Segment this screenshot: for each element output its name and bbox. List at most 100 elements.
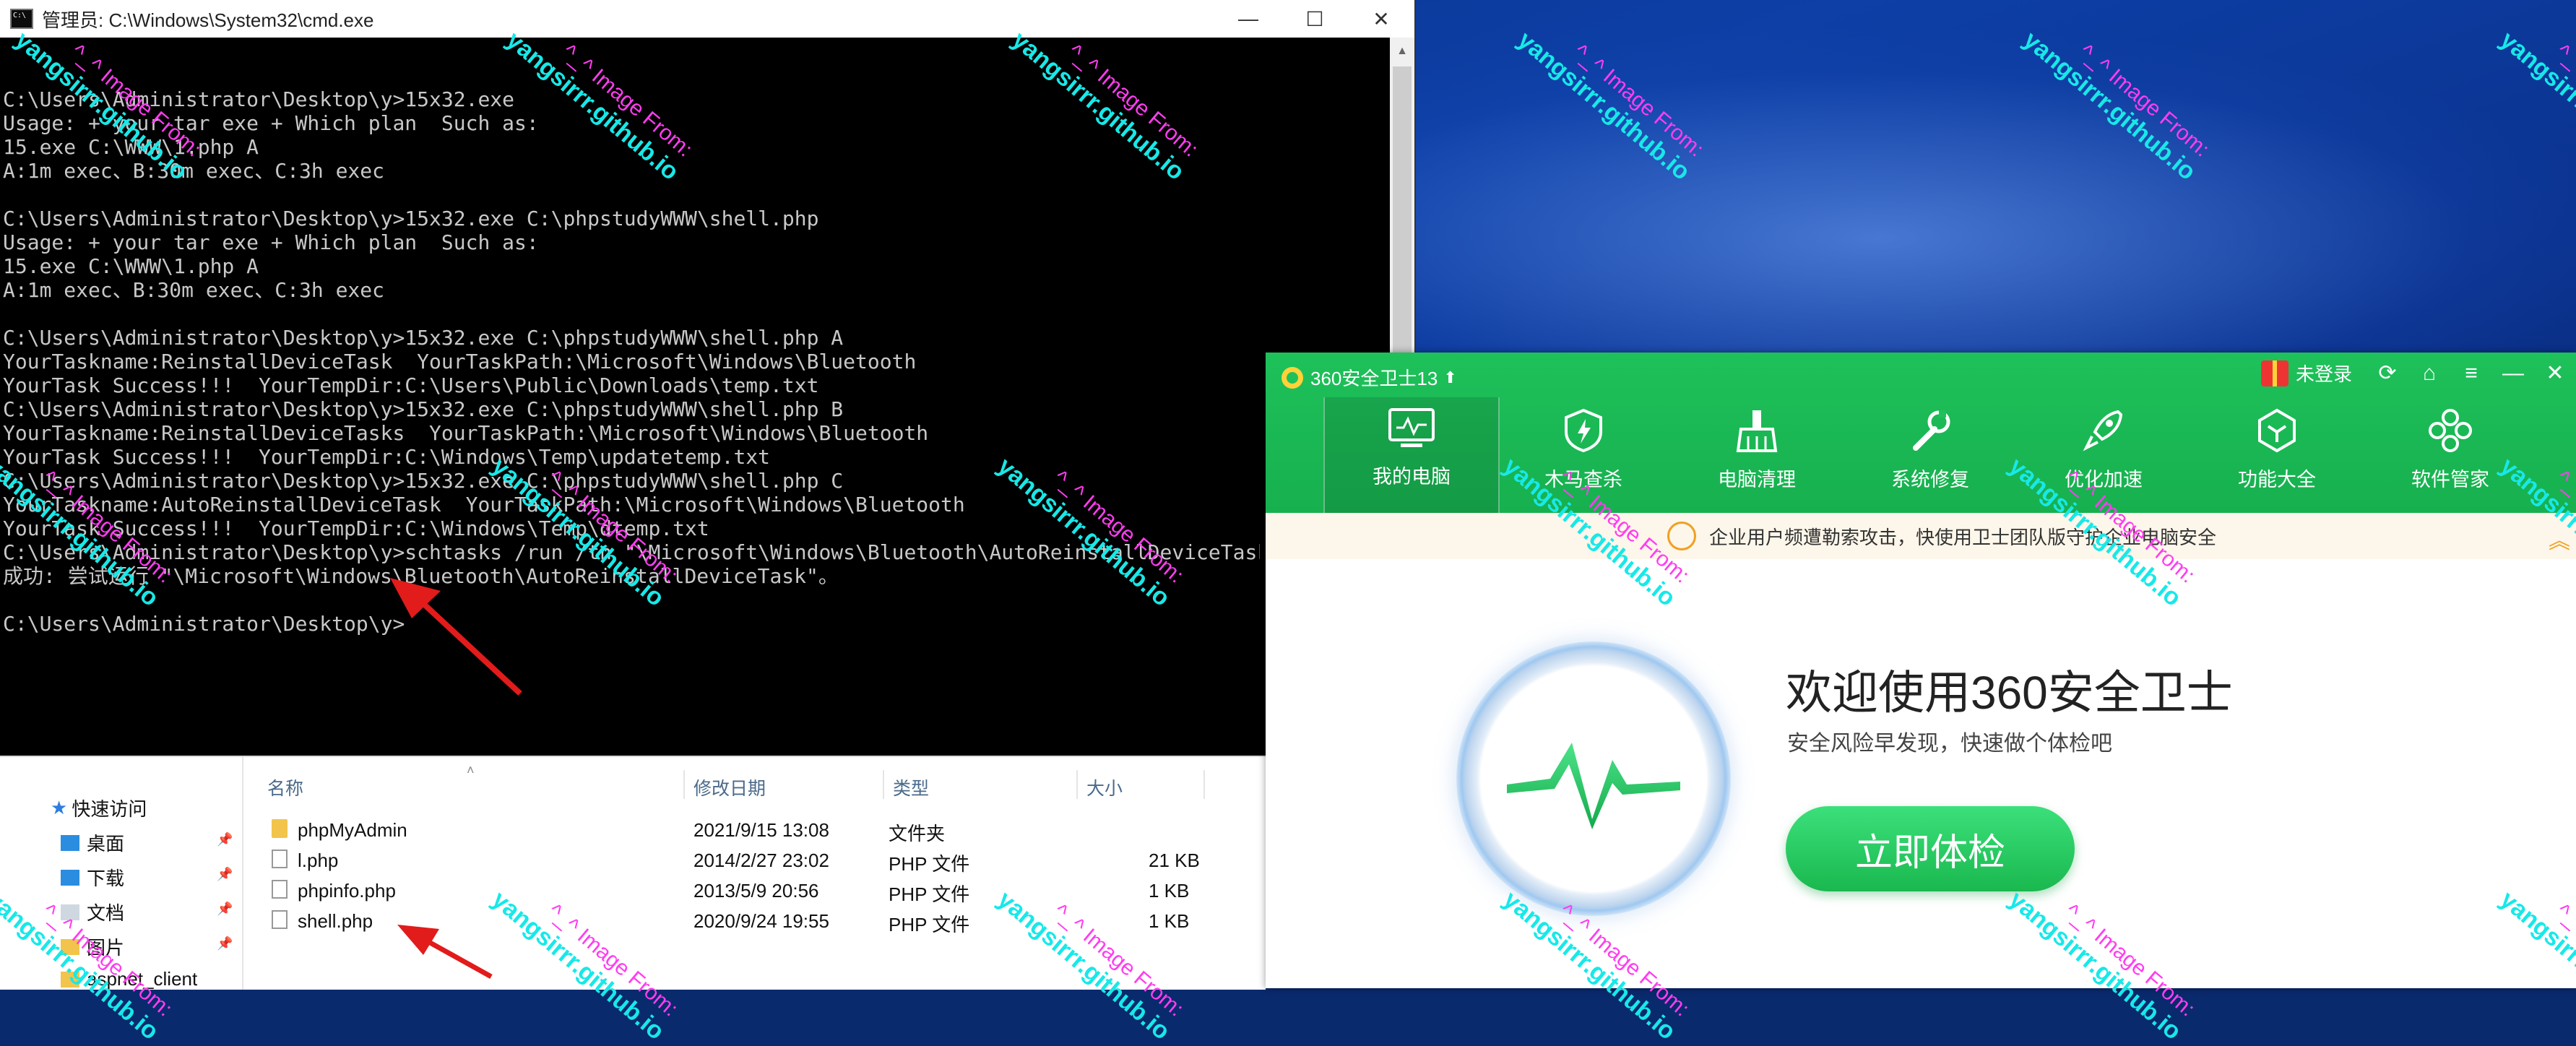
cmd-window[interactable]: 管理员: C:\Windows\System32\cmd.exe — ☐ ✕ C… [0, 0, 1416, 756]
360-logo-icon [1281, 366, 1303, 389]
login-link[interactable]: 未登录 [2296, 360, 2352, 386]
cmd-window-title: 管理员: C:\Windows\System32\cmd.exe [42, 9, 374, 31]
flower-apps-icon [2429, 409, 2472, 452]
column-divider[interactable] [1203, 770, 1205, 799]
maximize-button[interactable]: ☐ [1281, 0, 1348, 38]
red-arrow-annotation [397, 925, 493, 980]
console-line: YourTask Success!!! YourTempDir:C:\Users… [3, 373, 819, 397]
nav-label: 优化加速 [2065, 469, 2143, 490]
download-icon [61, 869, 79, 886]
nav-quick-access[interactable]: ★ 快速访问 [51, 795, 147, 821]
file-name: shell.php [298, 910, 373, 932]
minimize-button[interactable]: — [1215, 0, 1281, 38]
console-line: A:1m exec、B:30m exec、C:3h exec [3, 278, 385, 302]
nav-software-manager[interactable]: 软件管家 [2364, 397, 2537, 513]
file-row[interactable]: phpinfo.php 2013/5/9 20:56 PHP 文件 1 KB [246, 876, 1257, 906]
cmd-app-icon [10, 9, 33, 29]
console-line: C:\Users\Administrator\Desktop\y>15x32.e… [3, 469, 844, 493]
gift-icon[interactable] [2260, 360, 2288, 386]
warning-icon [1667, 522, 1696, 550]
console-line: YourTaskname:AutoReinstallDeviceTask You… [3, 493, 965, 516]
nav-trojan-scan[interactable]: 木马查杀 [1497, 397, 1670, 513]
column-header-type[interactable]: 类型 [893, 774, 929, 800]
nav-label: 功能大全 [2238, 469, 2316, 490]
column-header-name[interactable]: 名称 [267, 774, 303, 800]
close-button[interactable]: ✕ [1348, 0, 1414, 38]
pictures-folder-icon [61, 938, 79, 955]
console-line: C:\Users\Administrator\Desktop\y>15x32.e… [3, 397, 844, 421]
nav-item-downloads[interactable]: 下载 [61, 864, 124, 891]
console-line: YourTaskname:ReinstallDeviceTasks YourTa… [3, 421, 929, 445]
chevron-up-icon[interactable]: ︽ [2549, 523, 2570, 555]
nav-system-repair[interactable]: 系统修复 [1844, 397, 2017, 513]
column-divider[interactable] [1076, 770, 1078, 799]
security-360-header: 360安全卫士13 ⬆ 未登录 ⟳ ⌂ ≡ — ✕ 我的电脑 木马查杀 电脑清理… [1266, 353, 2576, 513]
nav-label: 电脑清理 [1718, 469, 1796, 490]
refresh-icon[interactable]: ⟳ [2367, 360, 2408, 386]
folder-icon [272, 819, 288, 838]
column-divider[interactable] [683, 770, 685, 799]
security-360-window[interactable]: 360安全卫士13 ⬆ 未登录 ⟳ ⌂ ≡ — ✕ 我的电脑 木马查杀 电脑清理… [1266, 353, 2576, 988]
nav-speedup[interactable]: 优化加速 [2017, 397, 2190, 513]
nav-item-label: 文档 [87, 902, 125, 924]
close-button[interactable]: ✕ [2534, 360, 2576, 386]
menu-icon[interactable]: ≡ [2450, 361, 2492, 386]
nav-item-documents[interactable]: 文档 [61, 899, 124, 925]
welcome-heading: 欢迎使用360安全卫士 [1786, 667, 2233, 719]
nav-quick-access-label: 快速访问 [72, 798, 147, 820]
file-row[interactable]: l.php 2014/2/27 23:02 PHP 文件 21 KB [246, 845, 1257, 876]
file-size: 21 KB [1149, 850, 1200, 871]
nav-my-computer[interactable]: 我的电脑 [1323, 397, 1500, 513]
file-icon [272, 850, 288, 868]
nav-item-pictures[interactable]: 图片 [61, 933, 124, 960]
pin-icon: 📌 [217, 832, 233, 847]
notice-text[interactable]: 企业用户频遭勒索攻击，快使用卫士团队版守护企业电脑安全 [1709, 523, 2216, 550]
console-line: C:\Users\Administrator\Desktop\y>15x32.e… [3, 326, 844, 350]
console-line: YourTaskname:ReinstallDeviceTask YourTas… [3, 350, 917, 373]
column-header-date[interactable]: 修改日期 [693, 774, 766, 800]
nav-item-label: aspnet_client [87, 968, 198, 990]
console-line: 15.exe C:\WWW\1.php A [3, 254, 259, 278]
document-icon [61, 904, 79, 920]
console-line: Usage: + your tar exe + Which plan Such … [3, 230, 539, 254]
nav-cleanup[interactable]: 电脑清理 [1670, 397, 1844, 513]
nav-item-label: 桌面 [87, 833, 125, 855]
console-line: 15.exe C:\WWW\1.php A [3, 135, 259, 159]
desktop-folder-icon [61, 834, 79, 851]
file-type: PHP 文件 [889, 914, 970, 935]
column-divider[interactable] [883, 770, 884, 799]
star-icon: ★ [51, 797, 68, 818]
minimize-button[interactable]: — [2492, 361, 2534, 386]
shirt-skin-icon[interactable]: ⌂ [2408, 361, 2450, 386]
up-arrow-icon[interactable]: ⬆ [1443, 368, 1456, 387]
notice-bar[interactable]: 企业用户频遭勒索攻击，快使用卫士团队版守护企业电脑安全 ︽ [1266, 513, 2576, 559]
pin-icon: 📌 [217, 936, 233, 951]
nav-item-aspnet-client[interactable]: aspnet_client [61, 968, 197, 990]
shield-icon [1565, 408, 1602, 453]
pulse-icon [1507, 743, 1680, 829]
console-line: C:\Users\Administrator\Desktop\y> [3, 612, 405, 636]
file-date: 2014/2/27 23:02 [693, 850, 829, 871]
pin-icon: 📌 [217, 902, 233, 916]
file-name: phpMyAdmin [298, 819, 407, 841]
start-checkup-button[interactable]: 立即体检 [1786, 806, 2075, 891]
column-header-size[interactable]: 大小 [1086, 774, 1123, 800]
sort-up-icon: ˄ [467, 763, 475, 777]
console-line: C:\Users\Administrator\Desktop\y>15x32.e… [3, 87, 515, 111]
cmd-console-output[interactable]: C:\Users\Administrator\Desktop\y>15x32.e… [3, 64, 1260, 750]
nav-label: 木马查杀 [1544, 469, 1622, 490]
rocket-icon [2083, 410, 2123, 451]
explorer-nav-pane[interactable]: ★ 快速访问 桌面 📌 下载 📌 文档 📌 图片 📌 aspnet_client [0, 757, 243, 990]
file-type: 文件夹 [889, 823, 946, 844]
nav-label: 我的电脑 [1373, 466, 1451, 488]
cmd-titlebar[interactable]: 管理员: C:\Windows\System32\cmd.exe — ☐ ✕ [0, 0, 1414, 38]
file-row[interactable]: phpMyAdmin 2021/9/15 13:08 文件夹 [246, 815, 1257, 845]
scroll-up-icon[interactable]: ▲ [1390, 39, 1414, 64]
broom-icon [1736, 410, 1778, 452]
nav-features[interactable]: 功能大全 [2190, 397, 2364, 513]
nav-item-desktop[interactable]: 桌面 [61, 829, 124, 856]
file-explorer-window[interactable]: ★ 快速访问 桌面 📌 下载 📌 文档 📌 图片 📌 aspnet_client… [0, 756, 1266, 990]
red-arrow-annotation [390, 578, 522, 696]
